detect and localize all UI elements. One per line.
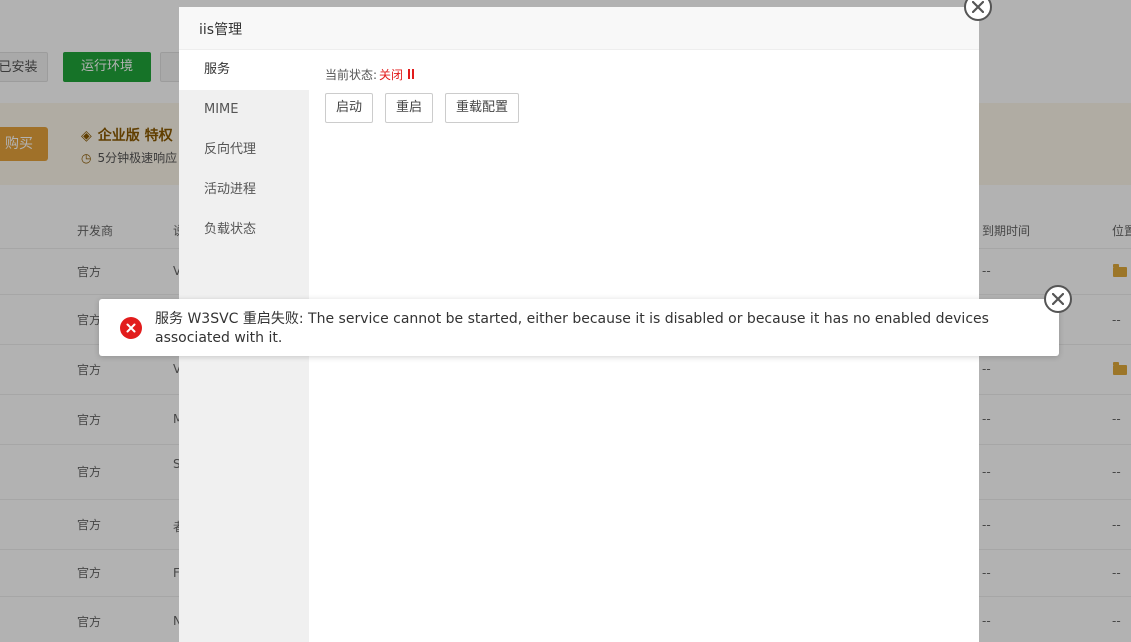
start-button[interactable]: 启动 <box>325 93 374 123</box>
reload-config-button[interactable]: 重载配置 <box>445 93 520 123</box>
sidebar-item-load-status[interactable]: 负载状态 <box>179 210 309 250</box>
sidebar-item-active-processes[interactable]: 活动进程 <box>179 170 309 210</box>
restart-button[interactable]: 重启 <box>385 93 434 123</box>
service-status: 当前状态: 关闭 <box>325 66 415 83</box>
toast-close-button[interactable] <box>1044 285 1072 313</box>
error-message: 服务 W3SVC 重启失败: The service cannot be sta… <box>155 311 989 346</box>
close-icon <box>1052 293 1064 305</box>
status-value: 关闭 <box>379 68 404 82</box>
dialog-title: iis管理 <box>199 22 243 38</box>
sidebar-item-service[interactable]: 服务 <box>179 50 309 90</box>
status-label: 当前状态: <box>325 68 378 82</box>
sidebar-item-reverse-proxy[interactable]: 反向代理 <box>179 130 309 170</box>
error-icon <box>120 317 142 339</box>
pause-icon <box>407 68 415 79</box>
sidebar-item-mime[interactable]: MIME <box>179 90 309 130</box>
close-icon <box>972 1 984 13</box>
dialog-header: iis管理 <box>179 7 979 50</box>
error-toast: 服务 W3SVC 重启失败: The service cannot be sta… <box>99 285 1072 356</box>
